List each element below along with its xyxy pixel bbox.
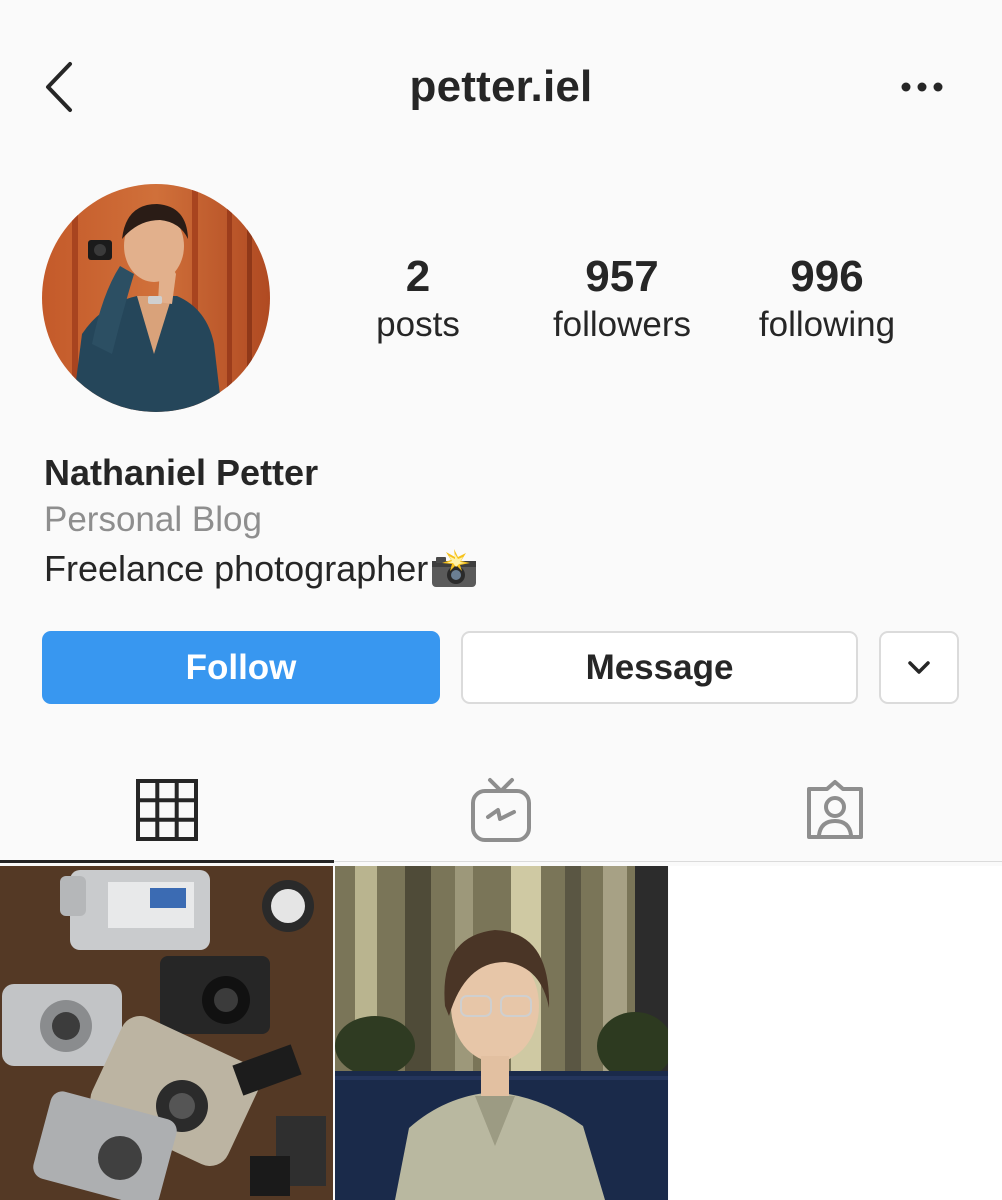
stat-followers[interactable]: 957 followers [522,252,722,348]
follow-button[interactable]: Follow [42,631,440,704]
display-name: Nathaniel Petter [44,452,319,493]
tab-posts-grid[interactable] [0,760,334,860]
igtv-icon [471,778,531,842]
profile-page: petter.iel 2 posts 957 followers 996 fol… [0,0,1002,1200]
active-tab-indicator [0,860,334,863]
stat-value: 957 [585,252,659,301]
chevron-down-icon [908,660,930,674]
page-title: petter.iel [409,62,593,111]
tab-divider [334,861,1002,862]
cameras-flatlay-photo [0,866,333,1200]
camera-with-flash-icon [430,549,478,598]
tab-tagged[interactable] [668,760,1002,860]
post-thumbnail[interactable] [0,866,333,1200]
avatar[interactable] [42,184,270,412]
suggested-accounts-button[interactable] [879,631,959,704]
bio-text: Freelance photographer [44,548,478,598]
tagged-icon [807,780,863,839]
post-thumbnail[interactable] [335,866,668,1200]
grid-icon [136,779,198,841]
stat-value: 996 [790,252,864,301]
stat-value: 2 [405,252,431,301]
portrait-photo [335,866,668,1200]
profile-category: Personal Blog [44,500,262,539]
stat-label: posts [376,305,460,344]
bio-line: Freelance photographer [44,548,429,589]
profile-photo [42,184,270,412]
more-horizontal-icon [901,82,943,92]
message-button[interactable]: Message [461,631,858,704]
stat-posts[interactable]: 2 posts [318,252,518,348]
stat-label: following [758,305,896,344]
empty-grid-cell [669,866,1002,1200]
more-options-button[interactable] [898,72,954,102]
stat-following[interactable]: 996 following [727,252,927,348]
tab-igtv[interactable] [334,760,668,860]
stat-label: followers [552,305,692,344]
